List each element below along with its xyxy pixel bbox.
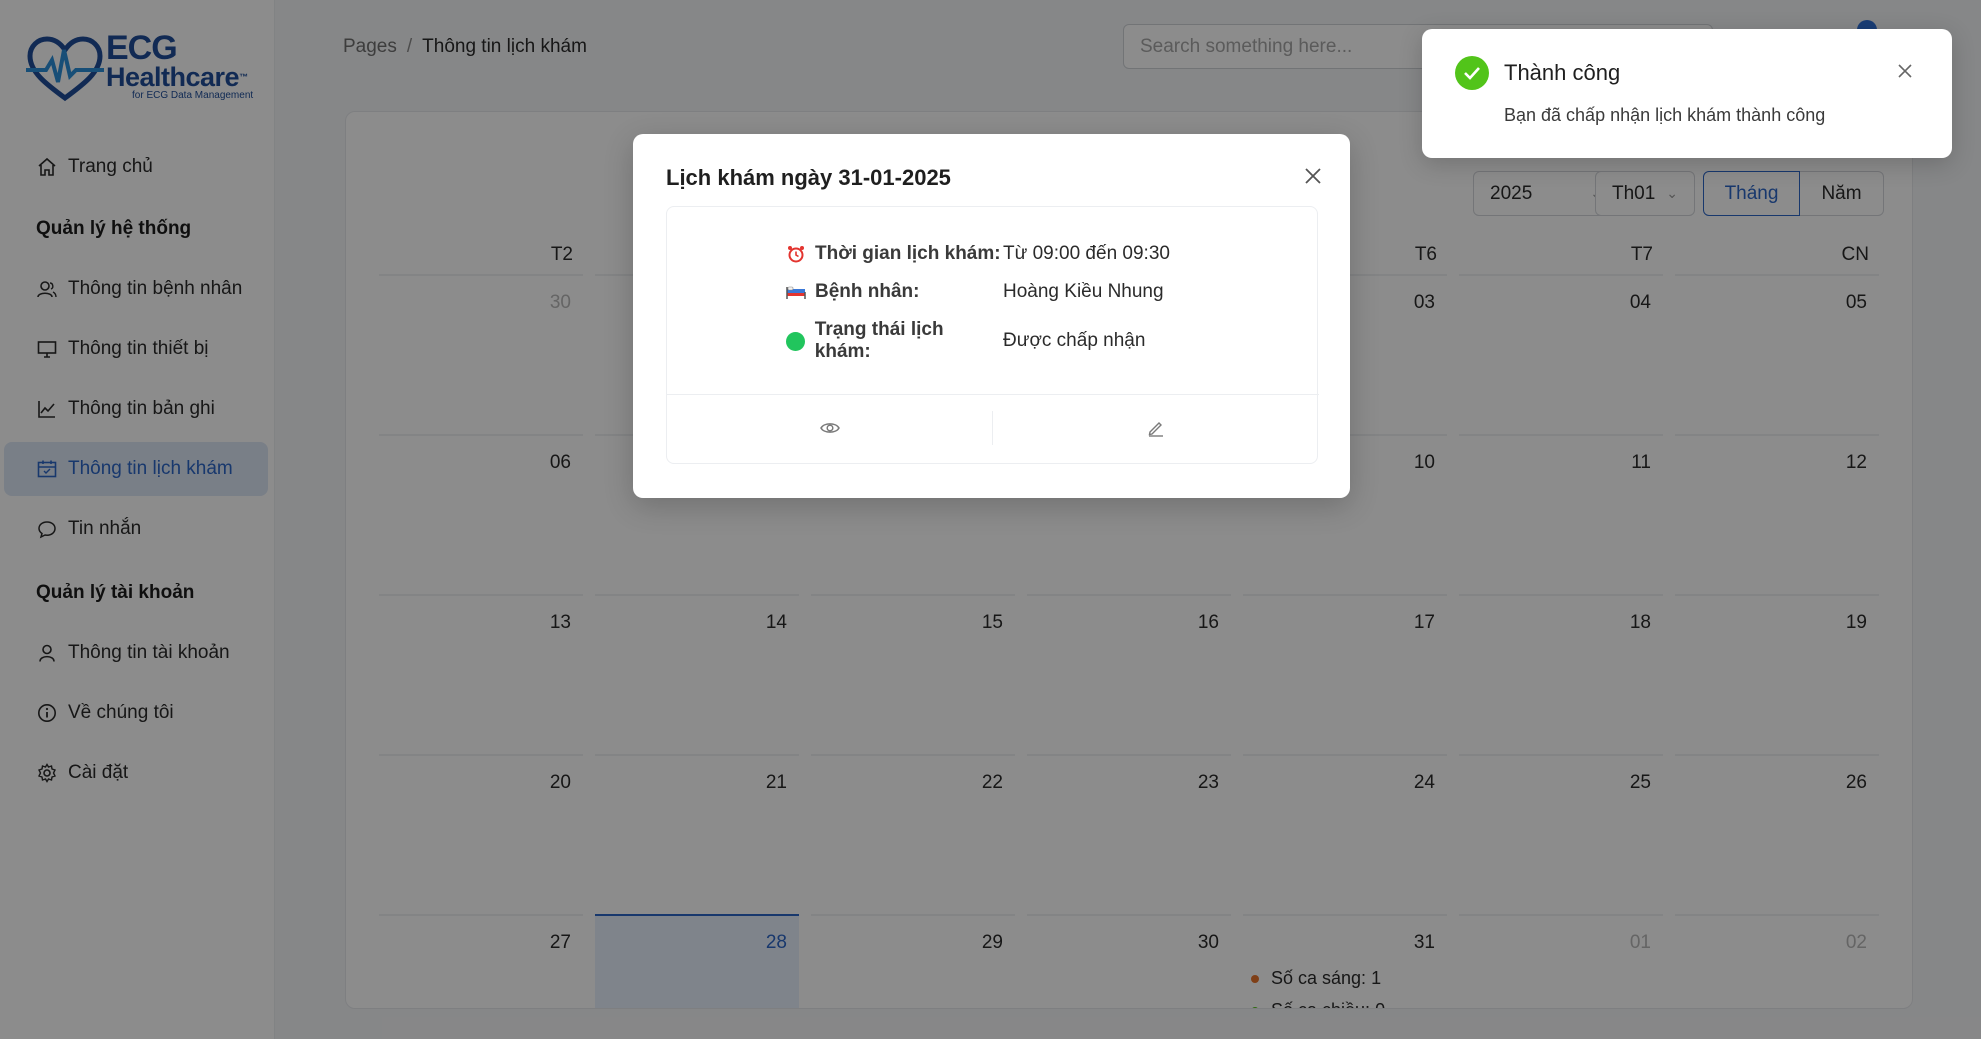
appointment-card: Thời gian lịch khám: Từ 09:00 đến 09:30 … (666, 206, 1319, 464)
notification-title: Thành công (1504, 60, 1621, 85)
status-dot-icon (786, 331, 806, 351)
eye-icon (819, 421, 840, 440)
appointment-patient-value: Hoàng Kiều Nhung (1003, 281, 1164, 302)
notification-message: Bạn đã chấp nhận lịch khám thành công (1504, 105, 1826, 125)
view-button[interactable] (667, 395, 992, 465)
alarm-clock-icon (785, 245, 807, 263)
appointment-time-row: Thời gian lịch khám: Từ 09:00 đến 09:30 (785, 243, 1170, 265)
appointment-patient-label: Bệnh nhân: (815, 281, 920, 302)
appointment-status-label: Trạng thái lịch khám: (814, 319, 944, 362)
appointment-actions (667, 394, 1319, 464)
bed-icon (785, 284, 807, 300)
modal-title: Lịch khám ngày 31-01-2025 (666, 165, 951, 190)
success-notification: Thành công Bạn đã chấp nhận lịch khám th… (1422, 29, 1952, 158)
edit-button[interactable] (993, 395, 1318, 465)
close-icon[interactable] (1890, 56, 1920, 86)
appointment-time-value: Từ 09:00 đến 09:30 (1003, 243, 1170, 264)
appointment-status-value: Được chấp nhận (1003, 330, 1146, 351)
close-icon[interactable] (1298, 161, 1328, 191)
check-circle-icon (1455, 56, 1489, 90)
appointment-time-label: Thời gian lịch khám: (815, 243, 1001, 264)
edit-icon (1147, 419, 1165, 442)
appointment-status-row: Trạng thái lịch khám: Được chấp nhận (785, 319, 1145, 363)
appointment-patient-row: Bệnh nhân: Hoàng Kiều Nhung (785, 281, 1164, 303)
appointment-modal: Lịch khám ngày 31-01-2025 Thời gian lịch… (633, 134, 1350, 498)
